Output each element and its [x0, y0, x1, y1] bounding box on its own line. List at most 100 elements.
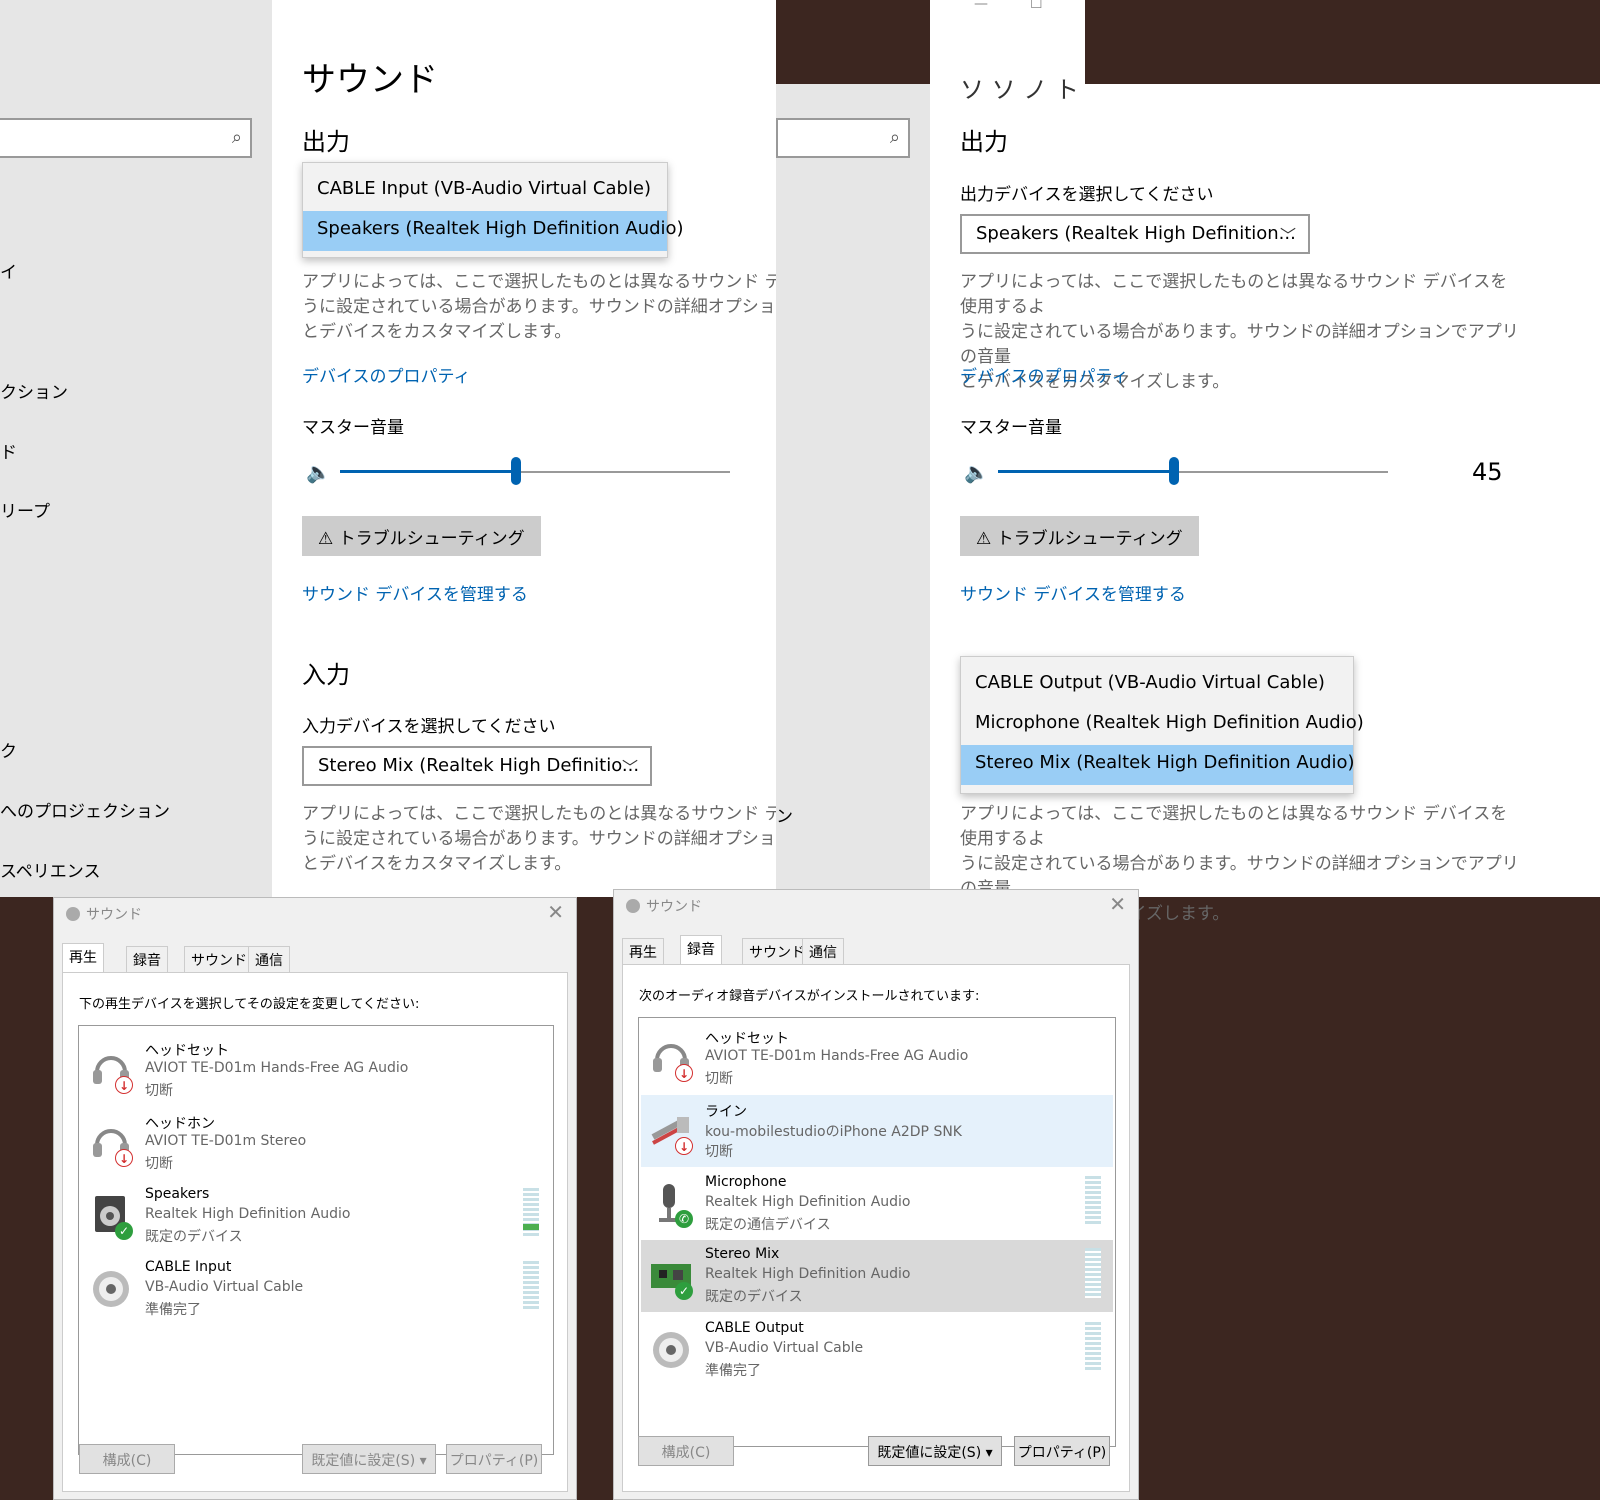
level-meter	[523, 1188, 539, 1238]
input-heading: 入力	[302, 661, 350, 689]
tab-panel: 下の再生デバイスを選択してその設定を変更してください: ↓ ヘッドセット AVI…	[62, 972, 568, 1492]
sidebar-search-input[interactable]: ⌕	[0, 118, 252, 158]
microphone-icon: ✆	[649, 1180, 693, 1228]
cable-icon	[89, 1265, 133, 1311]
tab-recording[interactable]: 録音	[126, 946, 168, 972]
settings-sound-pane-left: サウンド 出力 アプリによっては、ここで選択したものとは異なるサウンド デバイス…	[272, 0, 782, 897]
close-icon[interactable]: ✕	[1109, 892, 1126, 916]
properties-button[interactable]: プロパティ(P)	[1014, 1436, 1110, 1466]
dropdown-option[interactable]: CABLE Output (VB-Audio Virtual Cable)	[961, 665, 1353, 705]
disconnected-badge-icon: ↓	[675, 1137, 693, 1155]
volume-slider-fill	[998, 470, 1174, 473]
tab-sounds[interactable]: サウンド	[184, 946, 254, 972]
set-default-button[interactable]: 既定値に設定(S) ▾	[868, 1436, 1002, 1466]
sidebar-search-input[interactable]: ⌕	[776, 118, 910, 158]
dropdown-arrow-icon[interactable]: ▾	[986, 1445, 993, 1461]
sidebar-item[interactable]: リープ	[0, 497, 50, 522]
manage-sound-devices-link[interactable]: サウンド デバイスを管理する	[960, 580, 1186, 605]
sidebar-item[interactable]: ク	[0, 737, 17, 762]
dropdown-option-selected[interactable]: Stereo Mix (Realtek High Definition Audi…	[961, 745, 1355, 785]
sidebar-item[interactable]: へのプロジェクション	[0, 797, 170, 822]
disconnected-badge-icon: ↓	[675, 1064, 693, 1082]
tab-panel: 次のオーディオ録音デバイスがインストールされています: ↓ ヘッドセット AVI…	[622, 964, 1130, 1492]
tab-bar: 再生 録音 サウンド 通信	[622, 935, 1022, 965]
device-row[interactable]: ↓ ヘッドセット AVIOT TE-D01m Hands-Free AG Aud…	[81, 1034, 551, 1106]
tab-playback[interactable]: 再生	[62, 943, 104, 973]
sound-dialog-icon	[626, 899, 640, 913]
input-description: アプリによっては、ここで選択したものとは異なるサウンド デバイスを うに設定され…	[302, 804, 782, 874]
sidebar-item[interactable]: イ	[0, 258, 17, 283]
device-row-hover[interactable]: ↓ ライン kou-mobilestudioのiPhone A2DP SNK 切…	[641, 1095, 1113, 1167]
search-icon: ⌕	[889, 127, 900, 148]
settings-sound-pane-right: ソ ソ ノ ト 出力 出力デバイスを選択してください Speakers (Rea…	[930, 76, 1600, 924]
dropdown-option[interactable]: CABLE Input (VB-Audio Virtual Cable)	[303, 171, 667, 211]
instruction-text: 次のオーディオ録音デバイスがインストールされています:	[639, 989, 980, 1004]
maximize-icon[interactable]: ☐	[1030, 0, 1043, 12]
level-meter	[1085, 1322, 1101, 1372]
cable-icon	[649, 1326, 693, 1372]
sidebar-item[interactable]: スペリエンス	[0, 857, 100, 882]
search-icon: ⌕	[231, 127, 242, 148]
device-row[interactable]: ✆ Microphone Realtek High Definition Aud…	[641, 1168, 1113, 1240]
properties-button[interactable]: プロパティ(P)	[446, 1444, 542, 1474]
troubleshoot-button[interactable]: ⚠ トラブルシューティング	[302, 516, 541, 556]
overlap-char: ン	[776, 807, 793, 827]
output-device-dropdown[interactable]: CABLE Input (VB-Audio Virtual Cable) Spe…	[302, 162, 684, 258]
chevron-down-icon: ﹀	[621, 758, 638, 777]
default-check-icon: ✓	[115, 1222, 133, 1240]
page-title-fragment: ソ ソ ノ ト	[960, 76, 1079, 104]
tab-recording[interactable]: 録音	[680, 935, 722, 965]
output-heading: 出力	[960, 128, 1008, 156]
volume-slider-thumb[interactable]	[510, 457, 521, 485]
device-properties-link[interactable]: デバイスのプロパティ	[960, 362, 1128, 387]
level-meter	[1085, 1176, 1101, 1226]
close-icon[interactable]: ✕	[547, 900, 564, 924]
warning-icon: ⚠	[976, 529, 992, 549]
dialog-title: サウンド	[626, 896, 702, 916]
settings-sidebar: ⌕ イ クション ド リープ ク へのプロジェクション スペリエンス	[0, 0, 272, 897]
minimize-icon[interactable]: —	[974, 0, 988, 12]
device-list[interactable]: ↓ ヘッドセット AVIOT TE-D01m Hands-Free AG Aud…	[638, 1017, 1116, 1447]
configure-button[interactable]: 構成(C)	[79, 1444, 175, 1474]
troubleshoot-button[interactable]: ⚠ トラブルシューティング	[960, 516, 1199, 556]
master-volume-label: マスター音量	[960, 418, 1062, 438]
warning-icon: ⚠	[318, 529, 334, 549]
level-meter	[523, 1261, 539, 1311]
device-row[interactable]: ↓ ヘッドホン AVIOT TE-D01m Stereo 切断	[81, 1107, 551, 1179]
tab-playback[interactable]: 再生	[622, 938, 664, 964]
sidebar-item[interactable]: クション	[0, 378, 68, 403]
volume-slider-thumb[interactable]	[1168, 457, 1179, 485]
disconnected-badge-icon: ↓	[115, 1149, 133, 1167]
dropdown-option-selected[interactable]: Speakers (Realtek High Definition Audio)	[303, 211, 684, 251]
device-row-selected[interactable]: ✓ Stereo Mix Realtek High Definition Aud…	[641, 1240, 1113, 1312]
device-row[interactable]: CABLE Output VB-Audio Virtual Cable 準備完了	[641, 1314, 1113, 1386]
master-volume-label: マスター音量	[302, 418, 404, 438]
chevron-down-icon: ﹀	[1279, 226, 1296, 245]
set-default-button[interactable]: 既定値に設定(S) ▾	[302, 1444, 436, 1474]
device-properties-link[interactable]: デバイスのプロパティ	[302, 362, 470, 387]
dropdown-option[interactable]: Microphone (Realtek High Definition Audi…	[961, 705, 1364, 745]
sound-dialog-icon	[66, 907, 80, 921]
default-check-icon: ✓	[675, 1282, 693, 1300]
speaker-volume-icon[interactable]: 🔈	[964, 460, 989, 484]
manage-sound-devices-link[interactable]: サウンド デバイスを管理する	[302, 580, 528, 605]
input-device-select[interactable]: Stereo Mix (Realtek High Definitio... ﹀	[302, 746, 652, 786]
device-row[interactable]: ↓ ヘッドセット AVIOT TE-D01m Hands-Free AG Aud…	[641, 1022, 1113, 1094]
headset-icon: ↓	[649, 1034, 693, 1082]
tab-communications[interactable]: 通信	[248, 946, 290, 972]
speaker-icon: ✓	[89, 1192, 133, 1240]
sound-dialog-playback: サウンド ✕ 再生 録音 サウンド 通信 下の再生デバイスを選択してその設定を変…	[53, 897, 577, 1500]
device-list[interactable]: ↓ ヘッドセット AVIOT TE-D01m Hands-Free AG Aud…	[78, 1025, 554, 1455]
dropdown-arrow-icon[interactable]: ▾	[420, 1453, 427, 1469]
tab-communications[interactable]: 通信	[802, 938, 844, 964]
sidebar-item[interactable]: ド	[0, 438, 17, 463]
configure-button[interactable]: 構成(C)	[638, 1436, 734, 1466]
device-row[interactable]: CABLE Input VB-Audio Virtual Cable 準備完了	[81, 1253, 551, 1325]
output-device-select[interactable]: Speakers (Realtek High Definition... ﹀	[960, 214, 1310, 254]
device-row[interactable]: ✓ Speakers Realtek High Definition Audio…	[81, 1180, 551, 1252]
speaker-volume-icon[interactable]: 🔈	[306, 460, 331, 484]
settings-sidebar-overlay: ⌕ ン	[776, 84, 930, 889]
input-select-label: 入力デバイスを選択してください	[302, 717, 556, 737]
input-device-dropdown[interactable]: CABLE Output (VB-Audio Virtual Cable) Mi…	[960, 656, 1364, 794]
sound-dialog-recording: サウンド ✕ 再生 録音 サウンド 通信 次のオーディオ録音デバイスがインストー…	[613, 889, 1139, 1500]
